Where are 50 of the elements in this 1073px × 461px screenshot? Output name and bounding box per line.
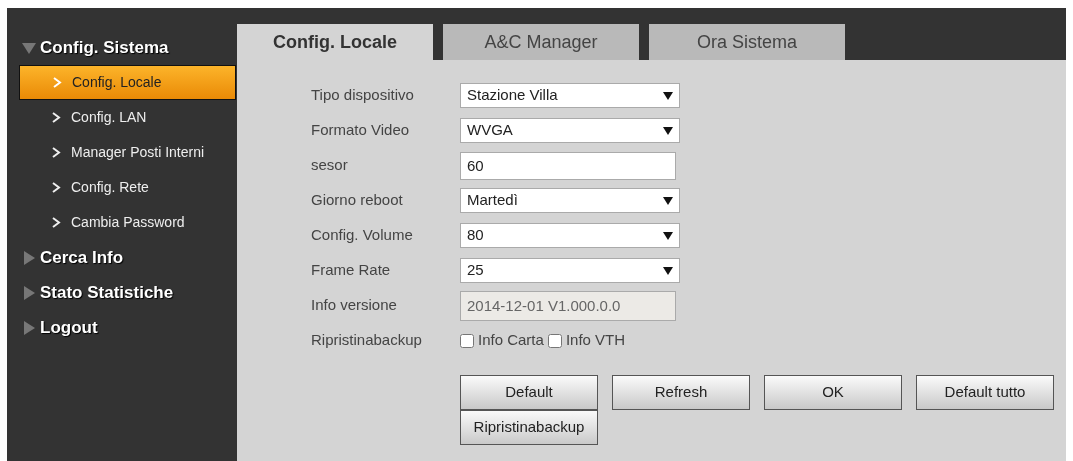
collapsed-icon xyxy=(22,285,36,300)
tab[interactable]: A&C Manager xyxy=(443,24,639,60)
chevron-icon xyxy=(53,77,62,88)
sidebar-group[interactable]: Stato Statistiche xyxy=(7,275,237,310)
input-field[interactable]: 60 xyxy=(460,151,676,180)
expanded-icon xyxy=(22,40,36,55)
checkbox[interactable] xyxy=(547,333,562,348)
dropdown-arrow-icon xyxy=(663,196,673,205)
dropdown[interactable]: 80 xyxy=(460,223,680,248)
dropdown-arrow-icon xyxy=(663,266,673,275)
field-label: Giorno reboot xyxy=(311,190,404,211)
dropdown-arrow-icon xyxy=(663,231,673,240)
checkbox[interactable] xyxy=(460,333,474,348)
button[interactable]: OK xyxy=(764,375,902,410)
checkbox-label: Info VTH xyxy=(565,330,626,351)
chevron-icon xyxy=(52,147,61,158)
field-label: Tipo dispositivo xyxy=(311,85,415,106)
dropdown[interactable]: WVGA xyxy=(460,118,680,143)
chevron-icon xyxy=(52,182,61,193)
dropdown-arrow-icon xyxy=(663,91,673,100)
dropdown[interactable]: Martedì xyxy=(460,188,680,213)
sidebar-item[interactable]: Config. LAN xyxy=(19,100,236,135)
field-label: Formato Video xyxy=(311,120,411,141)
field-label: Frame Rate xyxy=(311,260,392,281)
chevron-icon xyxy=(52,112,61,123)
sidebar-item[interactable]: Config. Rete xyxy=(19,170,236,205)
sidebar-group[interactable]: Logout xyxy=(7,310,237,345)
button[interactable]: Default xyxy=(460,375,598,410)
dropdown-arrow-icon xyxy=(663,126,673,135)
dropdown[interactable]: Stazione Villa xyxy=(460,83,680,108)
button[interactable]: Default tutto xyxy=(916,375,1054,410)
dropdown[interactable]: 25 xyxy=(460,258,680,283)
button[interactable]: Ripristinabackup xyxy=(460,410,598,445)
field-label: Config. Volume xyxy=(311,225,414,246)
field-label: sesor xyxy=(311,155,349,176)
field-label: Info versione xyxy=(311,295,398,316)
tab[interactable]: Config. Locale xyxy=(237,24,433,60)
collapsed-icon xyxy=(22,320,36,335)
chevron-icon xyxy=(52,217,61,228)
input-field[interactable]: 2014-12-01 V1.000.0.0 xyxy=(460,290,676,321)
sidebar-item[interactable]: Cambia Password xyxy=(19,205,236,240)
field-label: Ripristinabackup xyxy=(311,330,423,351)
tab[interactable]: Ora Sistema xyxy=(649,24,845,60)
collapsed-icon xyxy=(22,250,36,265)
sidebar-group[interactable]: Cerca Info xyxy=(7,240,237,275)
checkbox-label: Info Carta xyxy=(478,330,544,351)
sidebar-group[interactable]: Config. Sistema xyxy=(7,30,237,65)
button[interactable]: Refresh xyxy=(612,375,750,410)
sidebar-item[interactable]: Manager Posti Interni xyxy=(19,135,236,170)
sidebar-item[interactable]: Config. Locale xyxy=(19,65,236,100)
